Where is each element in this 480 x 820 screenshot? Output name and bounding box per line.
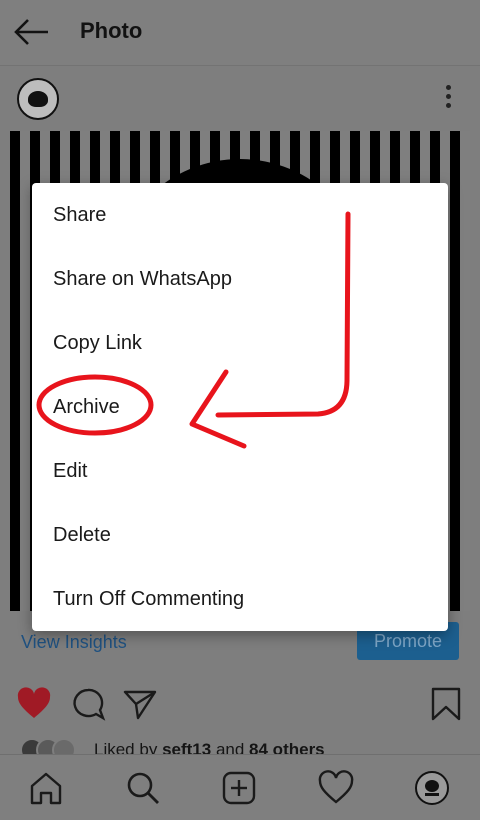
view-insights-link[interactable]: View Insights xyxy=(21,632,127,653)
bookmark-icon[interactable] xyxy=(428,686,464,722)
post-actions xyxy=(0,686,480,726)
add-post-icon[interactable] xyxy=(220,769,258,807)
menu-item-share[interactable]: Share xyxy=(32,183,448,247)
menu-item-delete[interactable]: Delete xyxy=(32,503,448,567)
heart-filled-icon[interactable] xyxy=(16,686,52,722)
menu-item-edit[interactable]: Edit xyxy=(32,439,448,503)
back-arrow-icon[interactable] xyxy=(12,14,52,50)
avatar[interactable] xyxy=(17,78,59,120)
menu-item-copy-link[interactable]: Copy Link xyxy=(32,311,448,375)
menu-item-turn-off-commenting[interactable]: Turn Off Commenting xyxy=(32,567,448,631)
send-icon[interactable] xyxy=(122,686,158,722)
post-header xyxy=(0,67,480,131)
heart-outline-icon[interactable] xyxy=(317,769,355,807)
more-vertical-icon[interactable] xyxy=(440,85,456,115)
home-icon[interactable] xyxy=(27,769,65,807)
post-options-menu: Share Share on WhatsApp Copy Link Archiv… xyxy=(32,183,448,631)
bottom-navigation xyxy=(0,754,480,820)
page-title: Photo xyxy=(80,18,143,43)
menu-item-archive[interactable]: Archive xyxy=(32,375,448,439)
comment-icon[interactable] xyxy=(70,686,106,722)
search-icon[interactable] xyxy=(124,769,162,807)
top-bar: Photo xyxy=(0,0,480,66)
menu-item-share-whatsapp[interactable]: Share on WhatsApp xyxy=(32,247,448,311)
profile-avatar-icon[interactable] xyxy=(413,769,451,807)
